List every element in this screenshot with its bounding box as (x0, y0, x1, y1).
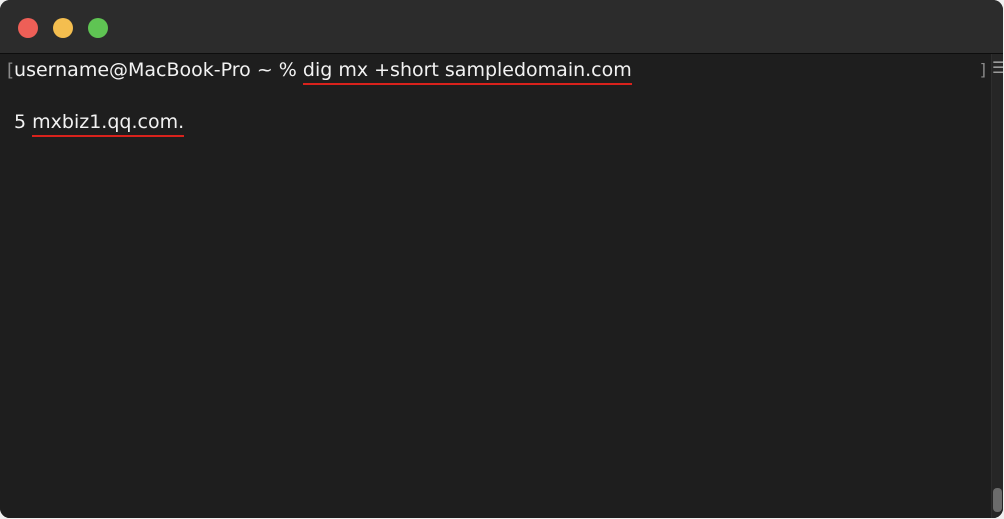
scrollbar[interactable]: ☰ (991, 54, 1003, 518)
mx-host: mxbiz1.qq.com. (32, 111, 185, 137)
command-text: dig mx +short sampledomain.com (302, 59, 632, 85)
zoom-button[interactable] (88, 18, 108, 38)
terminal-window: [username@MacBook-Pro ~ % dig mx +short … (0, 0, 1003, 518)
close-button[interactable] (18, 18, 38, 38)
left-bracket: [ (7, 60, 15, 81)
command-line: [username@MacBook-Pro ~ % dig mx +short … (7, 58, 632, 85)
right-bracket: ] (979, 60, 986, 79)
title-bar[interactable] (0, 0, 1003, 54)
shell-prompt: username@MacBook-Pro ~ % (14, 59, 303, 81)
scroll-thumb[interactable] (993, 488, 1002, 512)
command-output: 5 mxbiz1.qq.com. (14, 110, 185, 137)
mx-priority: 5 (14, 111, 33, 133)
minimize-button[interactable] (53, 18, 73, 38)
terminal-content[interactable]: [username@MacBook-Pro ~ % dig mx +short … (0, 54, 1003, 518)
list-icon[interactable]: ☰ (992, 58, 1003, 78)
